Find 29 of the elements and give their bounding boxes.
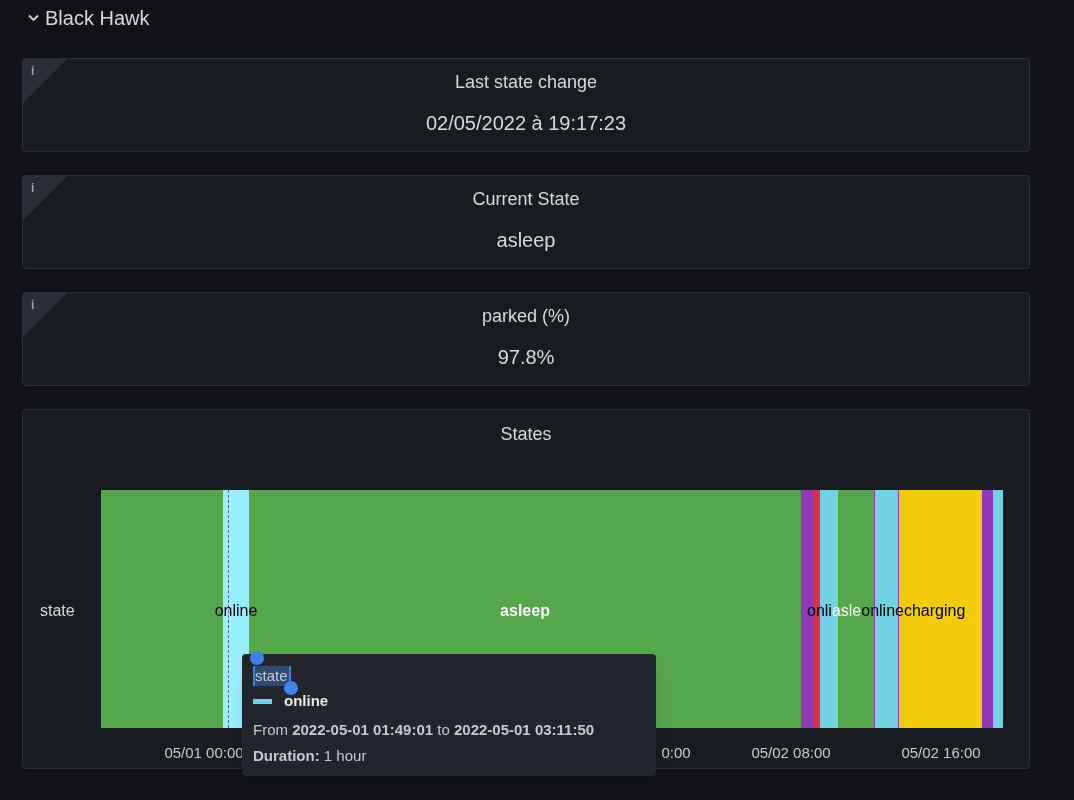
- info-corner[interactable]: i: [23, 59, 67, 103]
- stat-title: parked (%): [482, 305, 570, 328]
- row-title: Black Hawk: [45, 6, 150, 31]
- tooltip-range: From 2022-05-01 01:49:01 to 2022-05-01 03:11:50: [253, 719, 596, 740]
- axis-tick-label: 0:00: [661, 743, 691, 763]
- info-corner[interactable]: i: [23, 176, 67, 220]
- stat-title: Last state change: [454, 71, 598, 94]
- info-icon: i: [31, 62, 35, 80]
- tooltip-duration: Duration: 1 hour: [253, 746, 368, 766]
- axis-tick-label: 05/01 00:00: [164, 743, 244, 763]
- selection-handle-icon: [249, 650, 265, 666]
- stat-title: Current State: [472, 188, 580, 211]
- info-icon: i: [31, 179, 35, 197]
- row-label: state: [40, 601, 75, 621]
- tooltip-series-name: state: [253, 666, 291, 686]
- stat-value: 02/05/2022 à 19:17:23: [425, 111, 627, 136]
- axis-tick-label: 05/02 08:00: [751, 743, 831, 763]
- info-corner[interactable]: i: [23, 293, 67, 337]
- stat-value: asleep: [496, 228, 556, 253]
- selection-handle-icon: [283, 680, 299, 696]
- segment-label: onli: [807, 601, 832, 621]
- row-header[interactable]: Black Hawk: [0, 0, 1074, 32]
- info-icon: i: [31, 296, 35, 314]
- tooltip-value: online: [284, 691, 329, 711]
- segment-label: charging: [903, 601, 966, 621]
- segment-label: asleep: [500, 601, 550, 621]
- panel-title: States: [500, 423, 552, 446]
- stat-value: 97.8%: [497, 345, 555, 370]
- axis-tick-label: 05/02 16:00: [901, 743, 981, 763]
